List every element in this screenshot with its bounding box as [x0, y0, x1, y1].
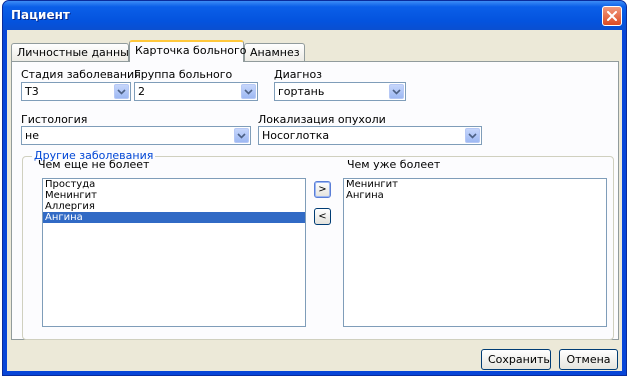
current-diseases-label: Чем уже болеет [347, 158, 441, 171]
tab-label: Карточка больного [135, 44, 247, 57]
group-label: Группа больного [134, 68, 233, 81]
add-disease-button[interactable]: > [314, 181, 331, 198]
diagnosis-select[interactable]: гортань [274, 82, 406, 101]
stage-select[interactable]: T3 [21, 82, 131, 101]
histology-value: не [25, 129, 39, 142]
cancel-button-label: Отмена [566, 353, 611, 366]
add-disease-label: > [318, 184, 327, 195]
localization-label: Локализация опухоли [258, 113, 386, 126]
other-diseases-group: Другие заболевания Чем еще не болеет Чем… [22, 149, 614, 340]
patient-window: Пациент Личностные данные Карточка больн… [2, 0, 627, 376]
stage-value: T3 [25, 85, 39, 98]
tab-personal-data[interactable]: Личностные данные [11, 43, 136, 61]
diagnosis-label: Диагноз [274, 68, 323, 81]
tab-anamnesis[interactable]: Анамнез [244, 43, 305, 61]
localization-select[interactable]: Носоглотка [258, 126, 482, 145]
diagnosis-value: гортань [278, 85, 325, 98]
localization-value: Носоглотка [262, 129, 330, 142]
group-value: 2 [138, 85, 145, 98]
cancel-button[interactable]: Отмена [559, 349, 618, 370]
current-diseases-list[interactable]: Менингит Ангина [343, 178, 607, 327]
chevron-down-icon[interactable] [389, 84, 404, 99]
chevron-down-icon[interactable] [234, 128, 249, 143]
tab-patient-card[interactable]: Карточка больного [129, 40, 247, 62]
close-button[interactable] [602, 6, 622, 26]
list-item-selected[interactable]: Ангина [43, 212, 305, 223]
remove-disease-button[interactable]: < [314, 208, 331, 225]
chevron-down-icon[interactable] [241, 84, 256, 99]
histology-label: Гистология [21, 113, 88, 126]
save-button[interactable]: Сохранить [481, 349, 551, 370]
chevron-down-icon[interactable] [114, 84, 129, 99]
histology-select[interactable]: не [21, 126, 251, 145]
tab-label: Личностные данные [17, 46, 136, 59]
available-diseases-label: Чем еще не болеет [38, 158, 150, 171]
save-button-label: Сохранить [488, 353, 550, 366]
list-item[interactable]: Аллергия [43, 201, 305, 212]
list-item[interactable]: Менингит [43, 190, 305, 201]
list-item[interactable]: Ангина [344, 190, 606, 201]
title-bar[interactable]: Пациент [3, 1, 626, 30]
window-client: Личностные данные Карточка больного Анам… [7, 30, 622, 371]
chevron-down-icon[interactable] [465, 128, 480, 143]
window-title: Пациент [11, 8, 70, 22]
stage-label: Стадия заболевания [21, 68, 141, 81]
close-icon [607, 11, 617, 21]
tab-label: Анамнез [250, 46, 300, 59]
remove-disease-label: < [318, 211, 327, 222]
available-diseases-list[interactable]: Простуда Менингит Аллергия Ангина [42, 178, 306, 327]
group-select[interactable]: 2 [134, 82, 258, 101]
list-item[interactable]: Менингит [344, 179, 606, 190]
list-item[interactable]: Простуда [43, 179, 305, 190]
